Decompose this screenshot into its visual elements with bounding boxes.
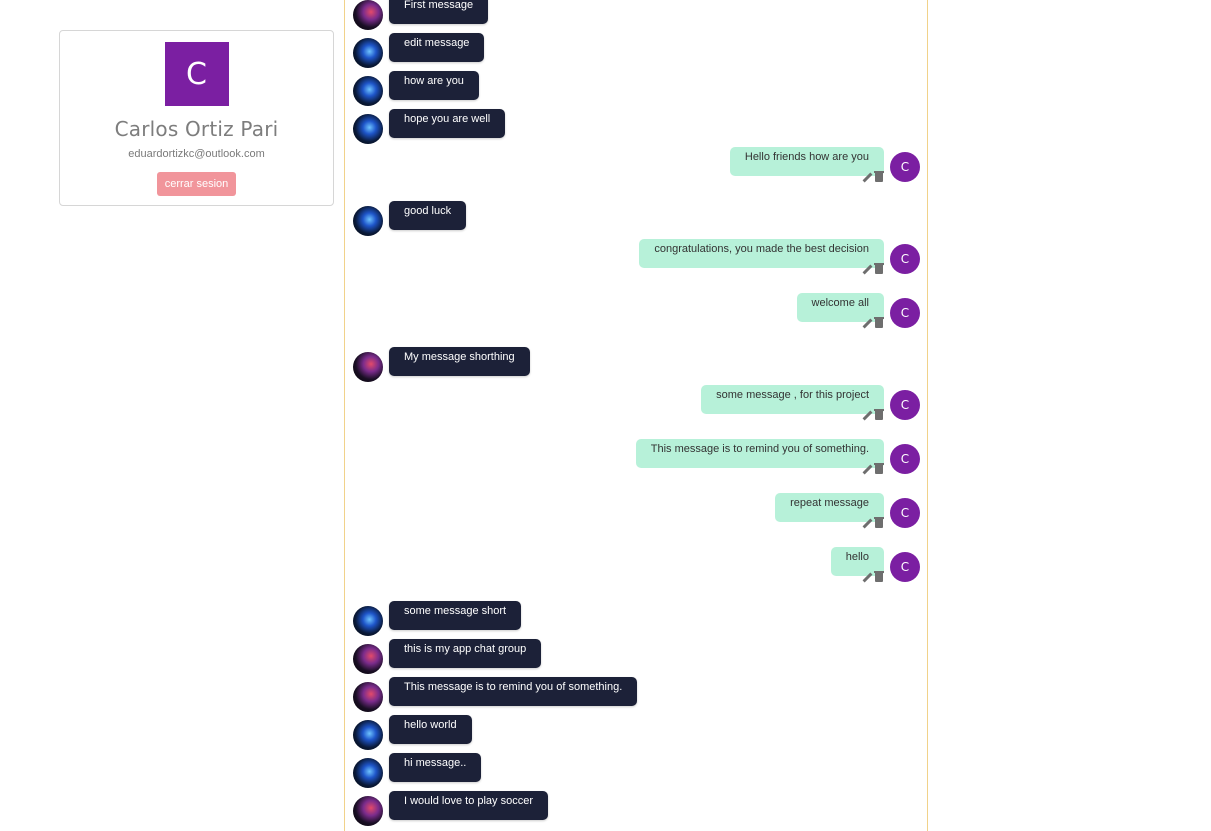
message-bubble: hi message.. xyxy=(389,753,482,782)
message-bubble: some message short xyxy=(389,601,522,630)
delete-icon[interactable] xyxy=(874,316,884,328)
user-avatar: C xyxy=(890,298,920,328)
message-bubble: congratulations, you made the best decis… xyxy=(639,239,884,268)
message-bubble: this is my app chat group xyxy=(389,639,542,668)
message-actions xyxy=(862,516,884,528)
delete-icon[interactable] xyxy=(874,408,884,420)
sender-avatar xyxy=(353,206,383,236)
message-actions xyxy=(862,408,884,420)
edit-icon[interactable] xyxy=(862,172,873,182)
message-actions xyxy=(862,462,884,474)
message-bubble: edit message xyxy=(389,33,485,62)
user-avatar: C xyxy=(890,444,920,474)
message-bubble: My message shorthing xyxy=(389,347,530,376)
user-avatar: C xyxy=(890,498,920,528)
edit-icon[interactable] xyxy=(862,318,873,328)
profile-email: eduardortizkc@outlook.com xyxy=(128,148,265,160)
delete-icon[interactable] xyxy=(874,462,884,474)
message-bubble: good luck xyxy=(389,201,467,230)
sender-avatar xyxy=(353,720,383,750)
sender-avatar xyxy=(353,352,383,382)
message-bubble: This message is to remind you of somethi… xyxy=(389,677,638,706)
user-avatar: C xyxy=(890,152,920,182)
user-avatar: C xyxy=(890,244,920,274)
message-actions xyxy=(862,570,884,582)
edit-icon[interactable] xyxy=(862,264,873,274)
user-avatar: C xyxy=(890,552,920,582)
delete-icon[interactable] xyxy=(874,516,884,528)
delete-icon[interactable] xyxy=(874,262,884,274)
sender-avatar xyxy=(353,682,383,712)
message-actions xyxy=(862,316,884,328)
user-avatar: C xyxy=(890,390,920,420)
edit-icon[interactable] xyxy=(862,464,873,474)
message-bubble: I would love to play soccer xyxy=(389,791,549,820)
message-bubble: some message , for this project xyxy=(701,385,884,414)
chat-panel[interactable]: First message edit message how are you hope… xyxy=(344,0,928,831)
message-bubble: This message is to remind you of somethi… xyxy=(635,439,884,468)
logout-button[interactable]: cerrar sesion xyxy=(156,172,237,196)
profile-card: C Carlos Ortiz Pari eduardortizkc@outloo… xyxy=(59,30,334,206)
message-actions xyxy=(862,170,884,182)
profile-name: Carlos Ortiz Pari xyxy=(114,117,279,141)
sender-avatar xyxy=(353,606,383,636)
profile-avatar: C xyxy=(164,42,229,106)
message-bubble: how are you xyxy=(389,71,479,100)
message-bubble: Hello friends how are you xyxy=(729,147,884,176)
sender-avatar xyxy=(353,76,383,106)
page: C Carlos Ortiz Pari eduardortizkc@outloo… xyxy=(0,0,1211,831)
edit-icon[interactable] xyxy=(862,410,873,420)
edit-icon[interactable] xyxy=(862,518,873,528)
edit-icon[interactable] xyxy=(862,572,873,582)
message-bubble: hope you are well xyxy=(389,109,506,138)
sender-avatar xyxy=(353,758,383,788)
delete-icon[interactable] xyxy=(874,170,884,182)
sender-avatar xyxy=(353,38,383,68)
delete-icon[interactable] xyxy=(874,570,884,582)
message-bubble: hello world xyxy=(389,715,472,744)
message-bubble: First message xyxy=(389,0,489,24)
message-actions xyxy=(862,262,884,274)
sender-avatar xyxy=(353,796,383,826)
sender-avatar xyxy=(353,114,383,144)
sender-avatar xyxy=(353,0,383,30)
sender-avatar xyxy=(353,644,383,674)
